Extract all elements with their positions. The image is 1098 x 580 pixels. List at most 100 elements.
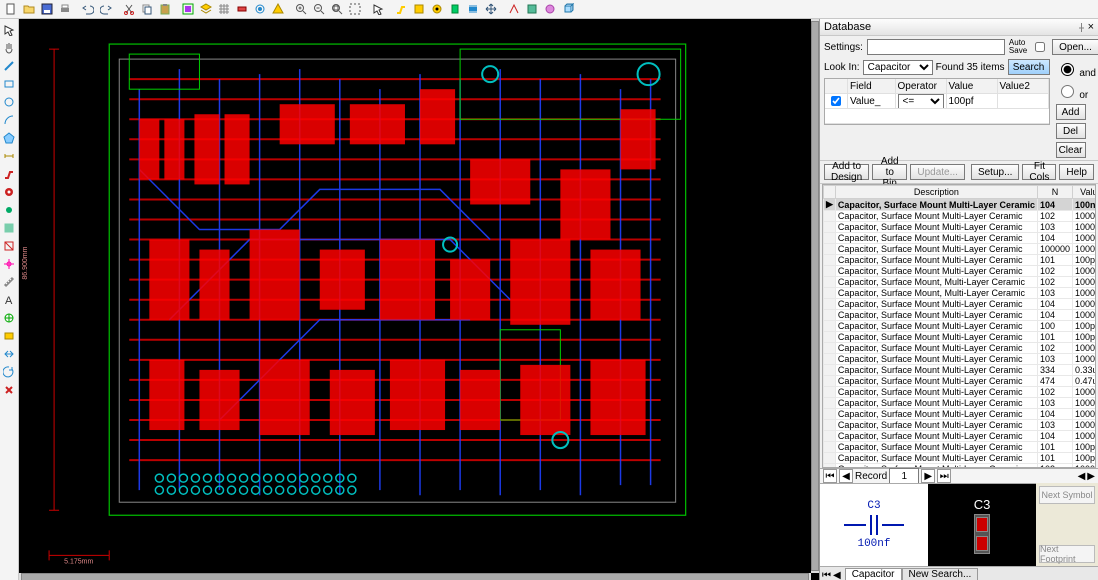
via2-icon[interactable] [0,201,18,219]
table-row[interactable]: Capacitor, Surface Mount Multi-Layer Cer… [824,255,1097,266]
table-row[interactable]: Capacitor, Surface Mount Multi-Layer Cer… [824,321,1097,332]
polygon-icon[interactable] [0,129,18,147]
settings-input[interactable] [867,39,1005,55]
pointer-icon[interactable] [369,1,387,17]
tab-new-search[interactable]: New Search... [902,568,979,580]
table-row[interactable]: Capacitor, Surface Mount Multi-Layer Cer… [824,453,1097,464]
route-icon[interactable] [392,1,410,17]
record-next-icon[interactable]: ▶ [921,469,935,483]
pad2-icon[interactable] [0,183,18,201]
autosave-checkbox[interactable] [1035,42,1045,52]
zoom-in-icon[interactable] [292,1,310,17]
help-button[interactable]: Help [1059,164,1094,180]
copy-icon[interactable] [138,1,156,17]
scroll-left-icon[interactable]: ◀ [1078,471,1086,482]
layers2-icon[interactable] [197,1,215,17]
table-row[interactable]: Capacitor, Surface Mount Multi-Layer Cer… [824,233,1097,244]
measure-icon[interactable] [0,273,18,291]
open-icon[interactable] [20,1,38,17]
table-row[interactable]: Capacitor, Surface Mount Multi-Layer Cer… [824,431,1097,442]
zoom-out-icon[interactable] [310,1,328,17]
table-row[interactable]: Capacitor, Surface Mount Multi-Layer Cer… [824,343,1097,354]
pan-icon[interactable] [0,39,18,57]
setup-button[interactable]: Setup... [971,164,1019,180]
close-icon[interactable]: × [1088,21,1094,33]
new-icon[interactable] [2,1,20,17]
filter-op-select[interactable]: <= [898,94,944,108]
and-radio[interactable] [1061,63,1074,76]
3d-icon[interactable] [559,1,577,17]
tab-capacitor[interactable]: Capacitor [845,568,902,580]
pin-icon[interactable] [1077,23,1086,32]
route2-icon[interactable] [410,1,428,17]
pour-icon[interactable] [0,219,18,237]
filter-row-checkbox[interactable] [831,96,841,106]
via-icon[interactable] [428,1,446,17]
redo-icon[interactable] [97,1,115,17]
line-icon[interactable] [0,57,18,75]
drc-icon[interactable] [269,1,287,17]
zoom-fit-icon[interactable] [328,1,346,17]
zoom-area-icon[interactable] [346,1,364,17]
record-prev-icon[interactable]: ◀ [839,469,853,483]
save-icon[interactable] [38,1,56,17]
scroll-right-icon[interactable]: ▶ [1087,471,1095,482]
circle-icon[interactable] [0,93,18,111]
table-row[interactable]: Capacitor, Surface Mount Multi-Layer Cer… [824,409,1097,420]
table-row[interactable]: Capacitor, Surface Mount Multi-Layer Cer… [824,244,1097,255]
print-icon[interactable] [56,1,74,17]
tool-b-icon[interactable] [541,1,559,17]
table-row[interactable]: Capacitor, Surface Mount Multi-Layer Cer… [824,222,1097,233]
select-icon[interactable] [0,21,18,39]
table-row[interactable]: Capacitor, Surface Mount Multi-Layer Cer… [824,332,1097,343]
tab-nav-first-icon[interactable]: ⏮ [822,570,831,580]
grid-icon[interactable] [215,1,233,17]
move-icon[interactable] [482,1,500,17]
origin-icon[interactable] [0,309,18,327]
next-symbol-button[interactable]: Next Symbol [1039,486,1095,504]
table-row[interactable]: Capacitor, Surface Mount Multi-Layer Cer… [824,387,1097,398]
add-bin-button[interactable]: Add to Bin [872,164,907,180]
paste-icon[interactable] [156,1,174,17]
text-icon[interactable]: A [0,291,18,309]
table-row[interactable]: Capacitor, Surface Mount Multi-Layer Cer… [824,211,1097,222]
add-design-button[interactable]: Add to Design [824,164,869,180]
pcb-canvas[interactable]: 86.900mm 5.175mm [19,19,819,580]
cut-icon[interactable] [120,1,138,17]
update-button[interactable]: Update... [910,164,965,180]
tab-nav-prev-icon[interactable]: ◀ [833,570,841,580]
table-row[interactable]: Capacitor, Surface Mount Multi-Layer Cer… [824,365,1097,376]
arc-icon[interactable] [0,111,18,129]
autoroute-icon[interactable] [505,1,523,17]
table-row[interactable]: ▶Capacitor, Surface Mount Multi-Layer Ce… [824,199,1097,211]
record-first-icon[interactable]: ⏮ [823,469,837,483]
table-row[interactable]: Capacitor, Surface Mount, Multi-Layer Ce… [824,277,1097,288]
tool-a-icon[interactable] [523,1,541,17]
canvas-scrollbar-v[interactable] [811,19,819,573]
add-filter-button[interactable]: Add [1056,104,1086,120]
layers-icon[interactable] [179,1,197,17]
table-row[interactable]: Capacitor, Surface Mount Multi-Layer Cer… [824,310,1097,321]
table-row[interactable]: Capacitor, Surface Mount Multi-Layer Cer… [824,376,1097,387]
table-row[interactable]: Capacitor, Surface Mount Multi-Layer Cer… [824,266,1097,277]
canvas-scrollbar-h[interactable] [19,573,811,580]
place-icon[interactable] [464,1,482,17]
delete-icon[interactable] [0,381,18,399]
fitcols-button[interactable]: Fit Cols [1022,164,1056,180]
clear-filter-button[interactable]: Clear [1056,142,1086,158]
keepout-icon[interactable] [0,237,18,255]
table-row[interactable]: Capacitor, Surface Mount Multi-Layer Cer… [824,299,1097,310]
rotate-icon[interactable] [0,363,18,381]
components-icon[interactable] [233,1,251,17]
table-row[interactable]: Capacitor, Surface Mount Multi-Layer Cer… [824,354,1097,365]
snap-icon[interactable] [0,255,18,273]
record-number-input[interactable] [889,468,919,484]
table-row[interactable]: Capacitor, Surface Mount Multi-Layer Cer… [824,442,1097,453]
flip-icon[interactable] [0,345,18,363]
record-last-icon[interactable]: ⏭ [937,469,951,483]
search-button[interactable]: Search [1008,59,1050,75]
table-row[interactable]: Capacitor, Surface Mount, Multi-Layer Ce… [824,288,1097,299]
or-radio[interactable] [1061,85,1074,98]
table-row[interactable]: Capacitor, Surface Mount Multi-Layer Cer… [824,420,1097,431]
results-table[interactable]: Description N Value_ TOL V ▶Capacitor, S… [822,184,1096,468]
